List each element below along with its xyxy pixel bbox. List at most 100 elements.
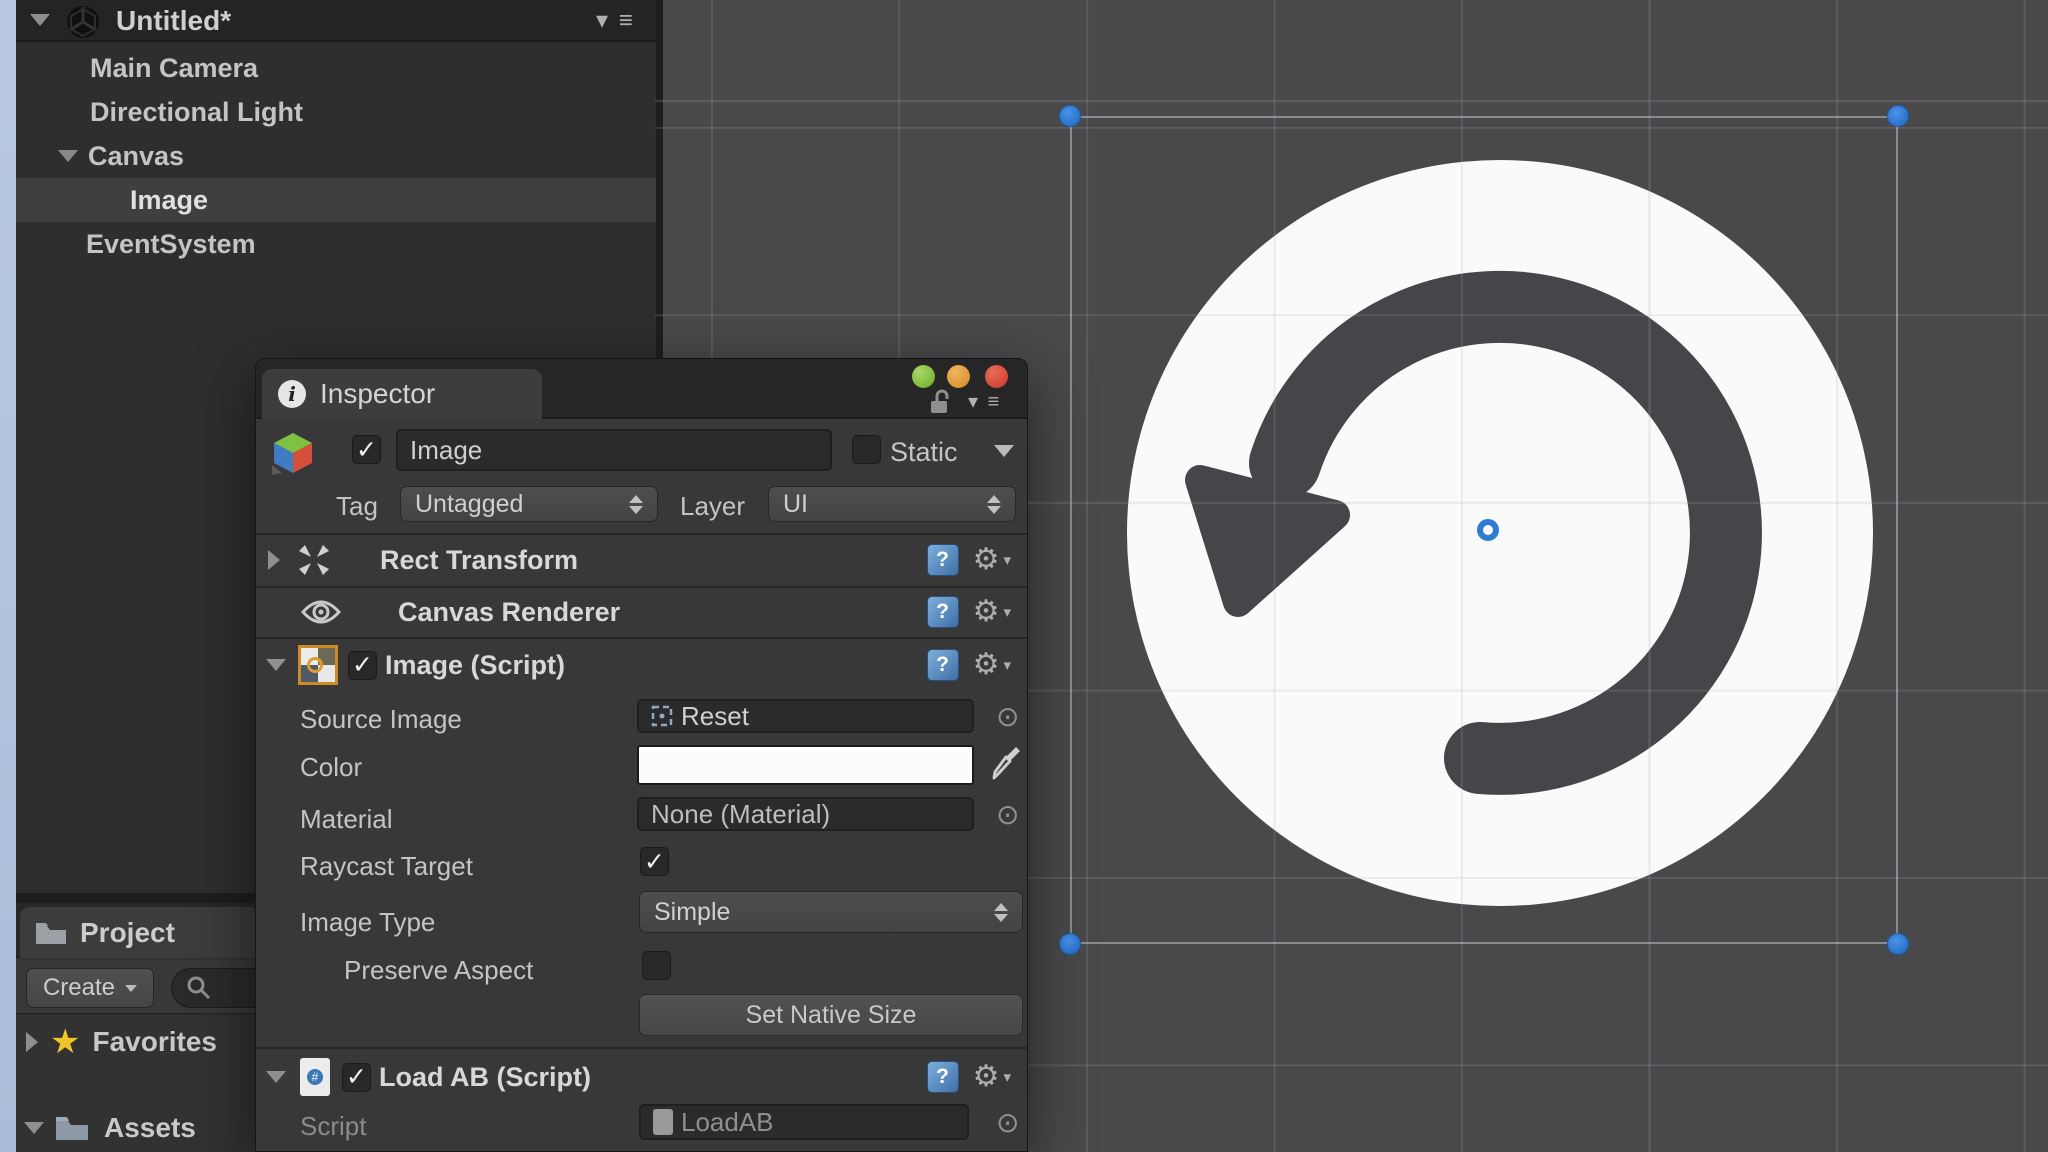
selection-pivot-handle[interactable] — [1477, 519, 1499, 541]
help-icon[interactable]: ? — [926, 596, 959, 628]
gear-caret-icon: ▾ — [1003, 1069, 1011, 1086]
eyedropper-icon[interactable] — [992, 745, 1022, 781]
lock-open-icon[interactable] — [928, 389, 952, 415]
hierarchy-item-label: Canvas — [88, 140, 185, 171]
gear-caret-icon: ▾ — [1003, 604, 1011, 621]
image-type-dropdown[interactable]: Simple — [639, 891, 1023, 933]
script-field[interactable]: LoadAB — [639, 1104, 969, 1140]
name-field-value: Image — [410, 434, 483, 465]
component-title: Rect Transform — [380, 544, 579, 575]
canvas-foldout-icon[interactable] — [58, 150, 78, 162]
help-icon[interactable]: ? — [926, 544, 959, 576]
tag-label: Tag — [336, 491, 378, 521]
folder-icon — [36, 922, 66, 944]
gear-caret-icon: ▾ — [1003, 552, 1011, 569]
object-picker-icon[interactable]: ⊙ — [996, 1109, 1019, 1137]
preserve-aspect-checkbox[interactable]: ✓ — [642, 951, 671, 980]
create-caret-icon — [125, 984, 138, 992]
help-icon[interactable]: ? — [926, 649, 959, 681]
source-image-value: Reset — [681, 700, 749, 731]
material-value: None (Material) — [651, 798, 831, 829]
component-title: Image (Script) — [385, 649, 566, 680]
selection-handle-top-right[interactable] — [1887, 105, 1909, 127]
selection-handle-bottom-left[interactable] — [1059, 933, 1081, 955]
component-title: Canvas Renderer — [398, 596, 621, 627]
window-button-red[interactable] — [985, 365, 1008, 388]
gameobject-cube-icon — [272, 433, 312, 475]
hierarchy-menu-icon[interactable]: ▾ ≡ — [596, 6, 635, 35]
hierarchy-item-image-selected[interactable]: Image — [16, 178, 656, 222]
script-label: Script — [300, 1111, 367, 1141]
hierarchy-item-directional-light[interactable]: Directional Light — [16, 90, 656, 134]
script-value: LoadAB — [681, 1106, 774, 1137]
color-label: Color — [300, 752, 363, 782]
rect-transform-foldout-icon[interactable] — [268, 550, 280, 570]
scene-name[interactable]: Untitled* — [116, 5, 231, 37]
image-enabled-checkbox[interactable]: ✓ — [348, 650, 377, 680]
project-item-label: Favorites — [92, 1026, 217, 1057]
preserve-aspect-label: Preserve Aspect — [344, 955, 534, 985]
selection-handle-top-left[interactable] — [1059, 105, 1081, 127]
gear-caret-icon: ▾ — [1003, 657, 1011, 674]
unity-logo-icon — [67, 6, 99, 38]
tab-project[interactable]: Project — [20, 907, 260, 958]
help-icon[interactable]: ? — [926, 1061, 959, 1093]
gear-icon[interactable]: ⚙ — [973, 545, 1000, 575]
image-script-foldout-icon[interactable] — [266, 659, 286, 671]
load-ab-enabled-checkbox[interactable]: ✓ — [342, 1062, 371, 1092]
source-image-field[interactable]: Reset — [637, 699, 974, 733]
rect-transform-icon — [299, 545, 329, 575]
active-checkbox[interactable]: ✓ — [352, 435, 381, 464]
static-checkbox[interactable]: ✓ — [852, 435, 881, 464]
load-ab-foldout-icon[interactable] — [266, 1071, 286, 1083]
window-button-orange[interactable] — [947, 365, 970, 388]
component-image-script[interactable]: ✓ Image (Script) ? ⚙ ▾ — [256, 639, 1027, 691]
sprite-icon — [651, 705, 673, 727]
color-swatch[interactable] — [637, 745, 974, 785]
tag-dropdown[interactable]: Untagged — [400, 486, 658, 522]
hierarchy-item-label: EventSystem — [86, 228, 256, 259]
set-native-size-button[interactable]: Set Native Size — [639, 994, 1023, 1036]
assets-foldout-icon[interactable] — [24, 1122, 44, 1134]
material-label: Material — [300, 804, 393, 834]
raycast-target-checkbox[interactable]: ✓ — [640, 847, 669, 876]
tab-inspector[interactable]: i Inspector — [262, 369, 542, 419]
gear-icon[interactable]: ⚙ — [973, 650, 1000, 680]
create-button-label: Create — [42, 974, 116, 1001]
tag-value: Untagged — [415, 489, 524, 518]
gear-icon[interactable]: ⚙ — [973, 1062, 1000, 1092]
hierarchy-item-label: Directional Light — [90, 96, 304, 127]
component-rect-transform[interactable]: Rect Transform ? ⚙ ▾ — [256, 535, 1027, 585]
hierarchy-item-main-camera[interactable]: Main Camera — [16, 46, 656, 90]
hierarchy-item-canvas[interactable]: Canvas — [16, 134, 656, 178]
object-picker-icon[interactable]: ⊙ — [996, 801, 1019, 829]
gear-icon[interactable]: ⚙ — [973, 597, 1000, 627]
component-load-ab-script[interactable]: # ✓ Load AB (Script) ? ⚙ ▾ — [256, 1051, 1027, 1103]
csharp-script-icon: # — [300, 1058, 330, 1096]
inspector-menu-icon[interactable]: ▾ ≡ — [968, 389, 1001, 414]
scene-foldout-icon[interactable] — [30, 14, 50, 26]
dropdown-arrows-icon — [994, 902, 1008, 922]
selection-handle-bottom-right[interactable] — [1887, 933, 1909, 955]
image-type-label: Image Type — [300, 907, 436, 937]
component-title: Load AB (Script) — [379, 1061, 591, 1092]
project-tab-label: Project — [80, 916, 175, 948]
create-button[interactable]: Create — [26, 968, 154, 1008]
screen-edge-strip — [0, 0, 16, 1152]
hierarchy-scene-header[interactable]: Untitled* ▾ ≡ — [16, 0, 656, 42]
favorites-foldout-icon[interactable] — [26, 1032, 38, 1052]
image-component-icon — [298, 645, 338, 685]
hierarchy-item-label: Image — [130, 184, 209, 215]
component-canvas-renderer[interactable]: Canvas Renderer ? ⚙ ▾ — [256, 588, 1027, 636]
canvas-renderer-eye-icon — [300, 600, 342, 624]
static-dropdown-caret-icon[interactable] — [994, 445, 1014, 457]
material-field[interactable]: None (Material) — [637, 797, 974, 831]
hierarchy-item-eventsystem[interactable]: EventSystem — [16, 222, 656, 266]
dropdown-arrows-icon — [987, 494, 1001, 514]
object-picker-icon[interactable]: ⊙ — [996, 703, 1019, 731]
layer-dropdown[interactable]: UI — [768, 486, 1016, 522]
image-type-value: Simple — [654, 897, 731, 926]
layer-label: Layer — [680, 491, 746, 521]
name-field[interactable]: Image — [396, 429, 832, 471]
window-button-green[interactable] — [912, 365, 935, 388]
